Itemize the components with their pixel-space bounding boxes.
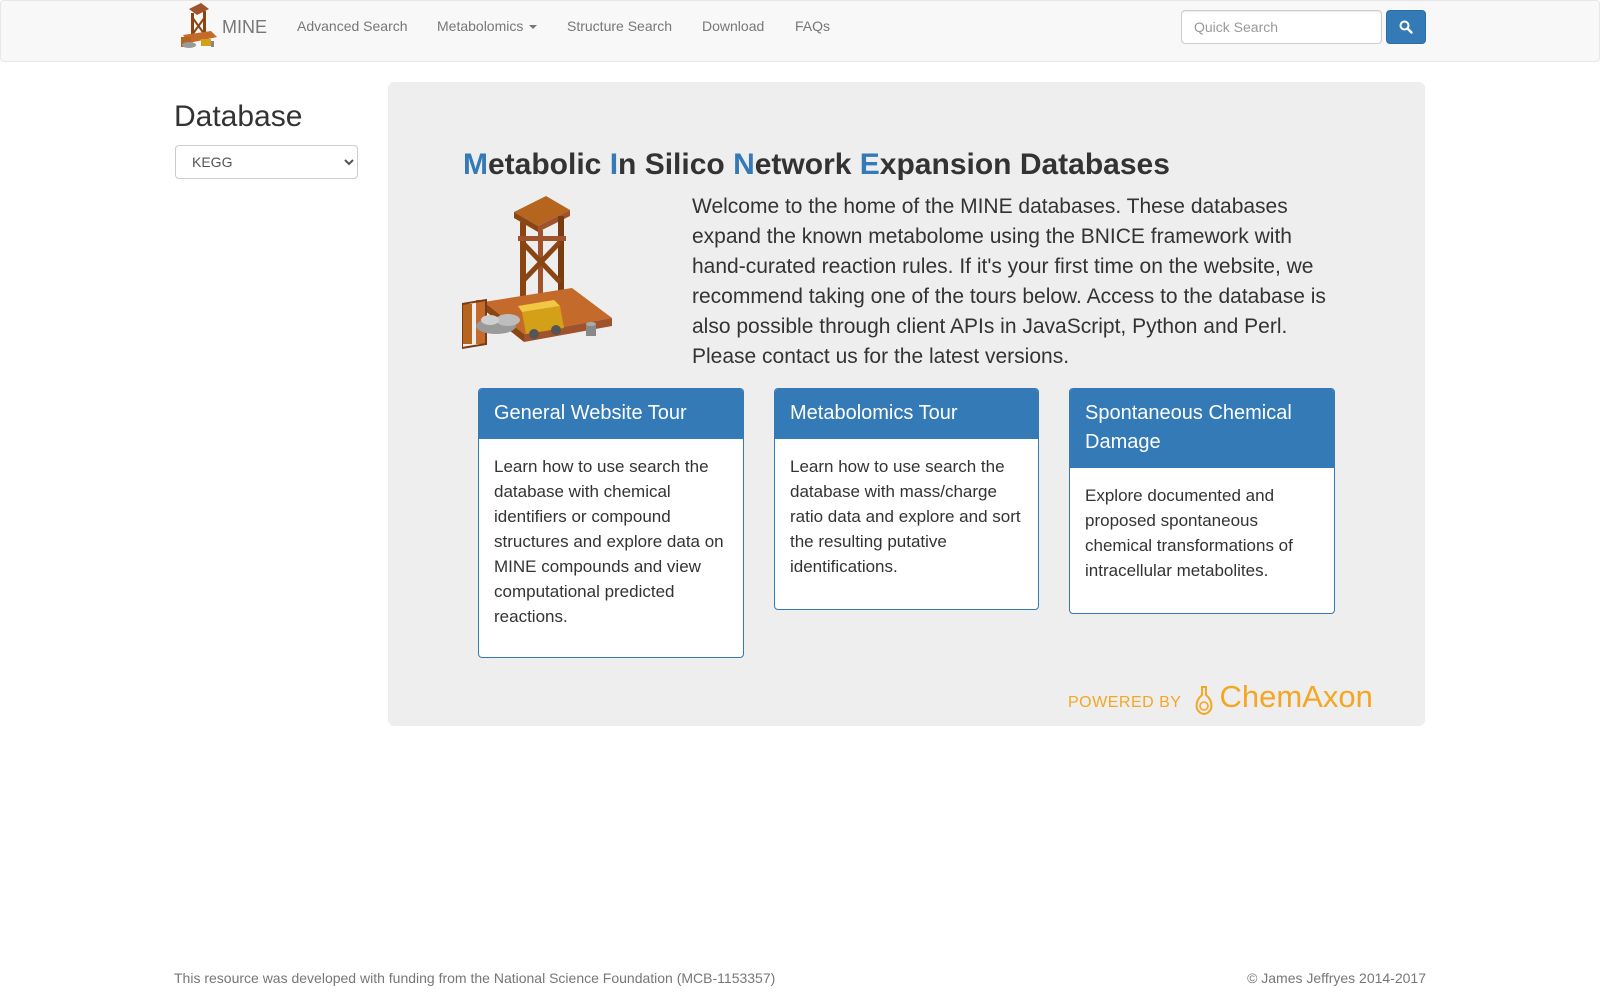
chemaxon-powered-by-logo[interactable]: POWERED BY ChemAxon [1068,679,1373,715]
nav-structure-search[interactable]: Structure Search [567,18,672,34]
panel-title: Metabolomics Tour [775,389,1038,439]
panel-body: Explore documented and proposed spontane… [1085,486,1293,580]
caret-down-icon [529,25,538,30]
funding-note: This resource was developed with funding… [174,970,776,986]
jumbotron: Metabolic In Silico Network Expansion Da… [388,82,1425,726]
panel-body: Learn how to use search the database wit… [494,457,724,626]
nav-advanced-search[interactable]: Advanced Search [297,18,408,34]
panel-title: General Website Tour [479,389,743,439]
nav-metabolomics-dropdown[interactable]: Metabolomics [437,18,538,34]
mine-shaft-illustration-icon [462,196,612,350]
database-select[interactable]: KEGG [175,145,358,179]
copyright: © James Jeffryes 2014-2017 [1247,970,1426,986]
chemaxon-brand: ChemAxon [1219,679,1373,714]
flask-icon [1196,686,1213,715]
brand-link[interactable]: MINE [175,1,267,53]
quick-search-input[interactable] [1181,10,1382,44]
quick-search-button[interactable] [1386,10,1426,44]
nav-metabolomics-label: Metabolomics [437,18,524,34]
spontaneous-chemical-damage-panel[interactable]: Spontaneous Chemical Damage Explore docu… [1069,388,1335,614]
brand-name: MINE [222,16,267,37]
top-navbar: MINE Advanced Search Metabolomics Struct… [0,0,1600,62]
mine-shaft-logo-icon [181,3,217,48]
intro-text: Welcome to the home of the MINE database… [692,195,1326,368]
nav-faqs[interactable]: FAQs [795,18,830,34]
general-website-tour-panel[interactable]: General Website Tour Learn how to use se… [478,388,744,658]
page-title: Metabolic In Silico Network Expansion Da… [463,148,1170,181]
metabolomics-tour-panel[interactable]: Metabolomics Tour Learn how to use searc… [774,388,1039,610]
powered-by-label: POWERED BY [1068,694,1182,711]
search-icon [1399,20,1413,34]
database-heading: Database [174,100,303,133]
panel-body: Learn how to use search the database wit… [790,457,1021,576]
panel-title: Spontaneous Chemical Damage [1070,389,1334,468]
nav-download[interactable]: Download [702,18,764,34]
